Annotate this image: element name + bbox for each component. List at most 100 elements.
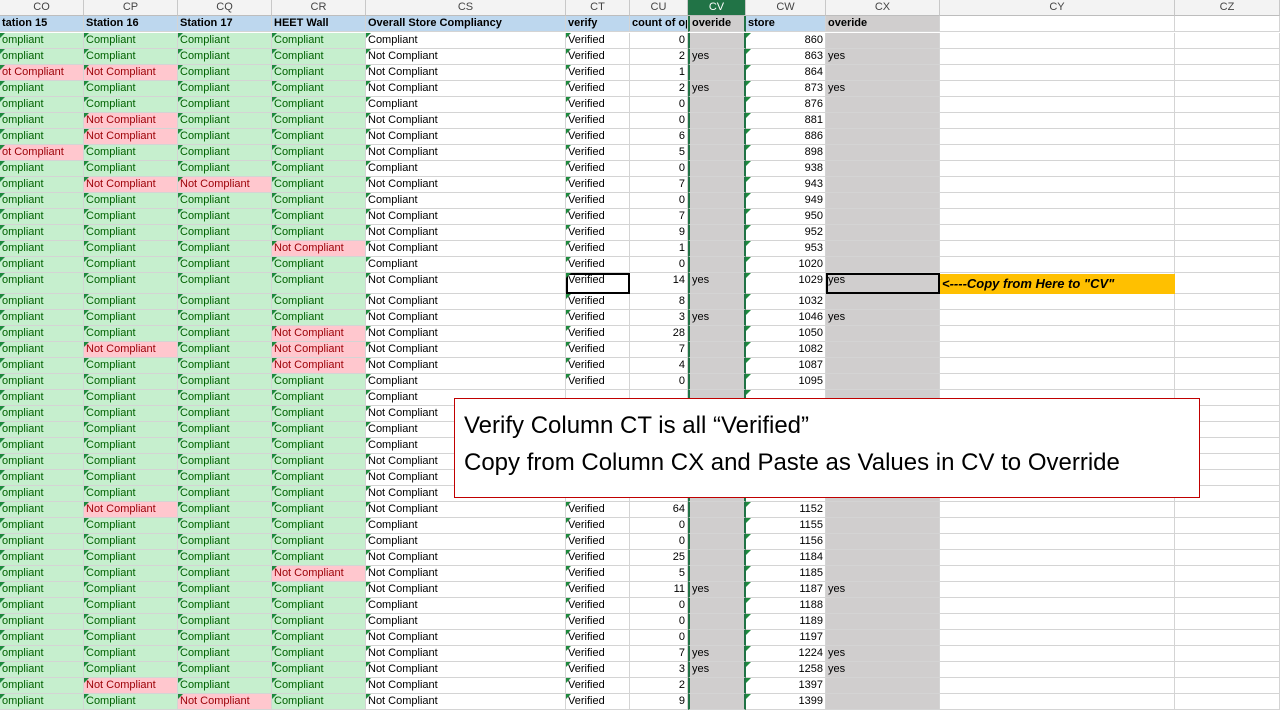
table-cell[interactable]: 7 xyxy=(630,177,688,193)
column-header-ct[interactable]: CT xyxy=(566,0,630,16)
table-cell[interactable] xyxy=(1175,502,1280,518)
empty-cell[interactable] xyxy=(940,16,1175,32)
table-cell[interactable]: 1224 xyxy=(746,646,826,662)
header-cell[interactable]: overide xyxy=(688,16,746,32)
table-cell[interactable]: Compliant xyxy=(272,662,366,678)
table-cell[interactable]: 1185 xyxy=(746,566,826,582)
table-cell[interactable]: Compliant xyxy=(178,598,272,614)
table-cell[interactable] xyxy=(940,257,1175,273)
table-cell[interactable] xyxy=(826,177,940,193)
table-cell[interactable]: Compliant xyxy=(84,161,178,177)
table-cell[interactable]: ompliant xyxy=(0,161,84,177)
table-cell[interactable]: 1155 xyxy=(746,518,826,534)
table-cell[interactable]: 0 xyxy=(630,113,688,129)
table-cell[interactable]: Compliant xyxy=(272,470,366,486)
table-cell[interactable] xyxy=(940,193,1175,209)
table-cell[interactable]: Compliant xyxy=(178,646,272,662)
table-cell[interactable]: ompliant xyxy=(0,598,84,614)
table-cell[interactable] xyxy=(940,294,1175,310)
table-cell[interactable]: Not Compliant xyxy=(178,177,272,193)
table-cell[interactable]: ompliant xyxy=(0,502,84,518)
table-cell[interactable]: Compliant xyxy=(366,257,566,273)
table-cell[interactable] xyxy=(940,374,1175,390)
table-cell[interactable]: ompliant xyxy=(0,678,84,694)
table-cell[interactable]: ompliant xyxy=(0,470,84,486)
table-cell[interactable]: Compliant xyxy=(272,33,366,49)
table-cell[interactable] xyxy=(688,326,746,342)
table-cell[interactable]: Compliant xyxy=(178,470,272,486)
table-cell[interactable]: 1082 xyxy=(746,342,826,358)
table-cell[interactable] xyxy=(688,113,746,129)
table-cell[interactable]: Compliant xyxy=(272,550,366,566)
table-cell[interactable]: Not Compliant xyxy=(366,694,566,710)
table-cell[interactable]: 881 xyxy=(746,113,826,129)
table-cell[interactable]: ompliant xyxy=(0,646,84,662)
table-cell[interactable]: 64 xyxy=(630,502,688,518)
table-cell[interactable]: Verified xyxy=(566,678,630,694)
table-cell[interactable] xyxy=(940,694,1175,710)
header-cell[interactable]: overide xyxy=(826,16,940,32)
table-cell[interactable] xyxy=(940,550,1175,566)
table-cell[interactable]: Compliant xyxy=(178,81,272,97)
table-cell[interactable] xyxy=(826,534,940,550)
table-cell[interactable] xyxy=(688,129,746,145)
table-cell[interactable]: Compliant xyxy=(272,129,366,145)
table-cell[interactable]: yes xyxy=(826,582,940,598)
column-header-cq[interactable]: CQ xyxy=(178,0,272,16)
table-cell[interactable]: Compliant xyxy=(272,310,366,326)
table-cell[interactable]: yes xyxy=(826,49,940,65)
table-cell[interactable] xyxy=(826,225,940,241)
table-cell[interactable] xyxy=(688,598,746,614)
table-cell[interactable] xyxy=(1175,129,1280,145)
table-cell[interactable]: ompliant xyxy=(0,33,84,49)
table-cell[interactable]: Verified xyxy=(566,310,630,326)
table-cell[interactable] xyxy=(1175,225,1280,241)
table-cell[interactable]: Verified xyxy=(566,177,630,193)
table-cell[interactable]: ompliant xyxy=(0,550,84,566)
table-cell[interactable]: Compliant xyxy=(272,81,366,97)
table-cell[interactable] xyxy=(826,678,940,694)
table-cell[interactable] xyxy=(688,177,746,193)
table-cell[interactable]: ompliant xyxy=(0,97,84,113)
table-cell[interactable] xyxy=(826,566,940,582)
table-cell[interactable]: ompliant xyxy=(0,390,84,406)
table-cell[interactable]: Compliant xyxy=(84,374,178,390)
table-cell[interactable]: ompliant xyxy=(0,438,84,454)
table-cell[interactable]: Not Compliant xyxy=(366,646,566,662)
table-cell[interactable]: 2 xyxy=(630,81,688,97)
table-cell[interactable] xyxy=(940,326,1175,342)
table-cell[interactable] xyxy=(1175,273,1280,294)
table-cell[interactable] xyxy=(688,97,746,113)
table-cell[interactable]: yes xyxy=(688,646,746,662)
table-cell[interactable] xyxy=(940,566,1175,582)
table-cell[interactable]: 5 xyxy=(630,566,688,582)
table-cell[interactable]: Compliant xyxy=(178,113,272,129)
table-cell[interactable] xyxy=(940,113,1175,129)
table-cell[interactable]: Not Compliant xyxy=(366,241,566,257)
table-cell[interactable]: Compliant xyxy=(272,694,366,710)
table-cell[interactable]: 1095 xyxy=(746,374,826,390)
table-cell[interactable] xyxy=(826,630,940,646)
table-cell[interactable]: ompliant xyxy=(0,326,84,342)
table-cell[interactable] xyxy=(940,49,1175,65)
table-cell[interactable]: yes xyxy=(826,662,940,678)
table-cell[interactable]: 28 xyxy=(630,326,688,342)
table-cell[interactable] xyxy=(940,598,1175,614)
table-cell[interactable]: Not Compliant xyxy=(366,310,566,326)
table-cell[interactable] xyxy=(1175,550,1280,566)
table-cell[interactable]: Verified xyxy=(566,358,630,374)
table-cell[interactable]: Verified xyxy=(566,694,630,710)
table-cell[interactable]: Not Compliant xyxy=(84,502,178,518)
column-header-cu[interactable]: CU xyxy=(630,0,688,16)
table-cell[interactable]: Compliant xyxy=(84,33,178,49)
table-cell[interactable] xyxy=(1175,81,1280,97)
table-cell[interactable] xyxy=(1175,294,1280,310)
table-cell[interactable] xyxy=(940,518,1175,534)
table-cell[interactable] xyxy=(1175,518,1280,534)
table-cell[interactable] xyxy=(940,358,1175,374)
table-cell[interactable]: 886 xyxy=(746,129,826,145)
table-cell[interactable]: Compliant xyxy=(272,294,366,310)
table-cell[interactable] xyxy=(1175,342,1280,358)
table-cell[interactable] xyxy=(688,161,746,177)
table-cell[interactable]: yes xyxy=(688,662,746,678)
